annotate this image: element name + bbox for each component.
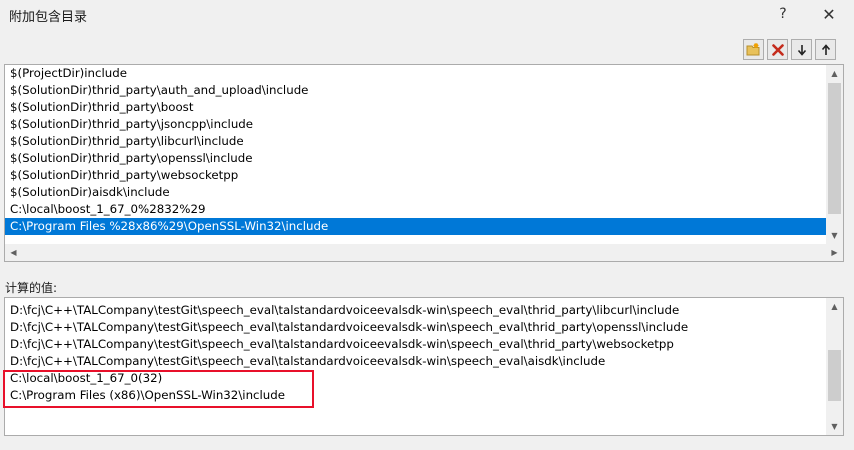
dialog-title: 附加包含目录 bbox=[9, 10, 88, 25]
list-item[interactable]: $(SolutionDir)thrid_party\libcurl\includ… bbox=[5, 133, 826, 150]
list-item[interactable]: D:\fcj\C++\TALCompany\testGit\speech_eva… bbox=[5, 319, 826, 336]
list-item[interactable]: $(SolutionDir)thrid_party\websocketpp bbox=[5, 167, 826, 184]
list-item[interactable]: $(SolutionDir)thrid_party\boost bbox=[5, 99, 826, 116]
scrollbar-thumb[interactable] bbox=[828, 83, 841, 214]
move-down-button[interactable] bbox=[791, 39, 812, 60]
list-item[interactable]: C:\local\boost_1_67_0%2832%29 bbox=[5, 201, 826, 218]
directory-toolbar bbox=[743, 39, 836, 60]
delete-line-button[interactable] bbox=[767, 39, 788, 60]
list-item[interactable]: $(ProjectDir)include bbox=[5, 65, 826, 82]
list-item[interactable]: $(SolutionDir)thrid_party\jsoncpp\includ… bbox=[5, 116, 826, 133]
scrollbar-thumb[interactable] bbox=[828, 350, 841, 401]
list-item[interactable]: D:\fcj\C++\TALCompany\testGit\speech_eva… bbox=[5, 336, 826, 353]
list-item[interactable]: D:\fcj\C++\TALCompany\testGit\speech_eva… bbox=[5, 353, 826, 370]
scroll-down-icon[interactable]: ▼ bbox=[826, 227, 843, 244]
list-item[interactable]: $(SolutionDir)aisdk\include bbox=[5, 184, 826, 201]
move-up-button[interactable] bbox=[815, 39, 836, 60]
include-directories-list[interactable]: $(ProjectDir)include $(SolutionDir)thrid_… bbox=[4, 64, 844, 262]
new-line-button[interactable] bbox=[743, 39, 764, 60]
scroll-down-icon[interactable]: ▼ bbox=[826, 418, 843, 435]
evaluated-vertical-scrollbar[interactable]: ▲ ▼ bbox=[826, 298, 843, 435]
arrow-up-icon bbox=[821, 43, 830, 55]
list-item[interactable]: C:\Program Files %28x86%29\OpenSSL-Win32… bbox=[5, 218, 826, 235]
directories-horizontal-scrollbar[interactable]: ◀ ▶ bbox=[5, 244, 843, 261]
evaluated-values-list[interactable]: D:\fcj\C++\TALCompany\testGit\speech_eva… bbox=[4, 297, 844, 436]
arrow-down-icon bbox=[797, 44, 806, 56]
scroll-left-icon[interactable]: ◀ bbox=[5, 244, 22, 261]
help-button[interactable]: ? bbox=[770, 2, 796, 26]
folder-new-icon bbox=[746, 43, 760, 56]
scroll-right-icon[interactable]: ▶ bbox=[826, 244, 843, 261]
scroll-up-icon[interactable]: ▲ bbox=[826, 298, 843, 315]
evaluated-value-label: 计算的值: bbox=[5, 281, 58, 295]
directories-vertical-scrollbar[interactable]: ▲ ▼ bbox=[826, 65, 843, 244]
delete-icon bbox=[771, 43, 784, 56]
directory-rows: $(ProjectDir)include $(SolutionDir)thrid_… bbox=[5, 65, 826, 235]
close-button[interactable]: ✕ bbox=[816, 2, 842, 26]
list-item[interactable]: D:\fcj\C++\TALCompany\testGit\speech_eva… bbox=[5, 302, 826, 319]
list-item[interactable]: $(SolutionDir)thrid_party\openssl\includ… bbox=[5, 150, 826, 167]
list-item[interactable]: $(SolutionDir)thrid_party\auth_and_uploa… bbox=[5, 82, 826, 99]
highlight-box bbox=[3, 370, 314, 408]
scroll-up-icon[interactable]: ▲ bbox=[826, 65, 843, 82]
